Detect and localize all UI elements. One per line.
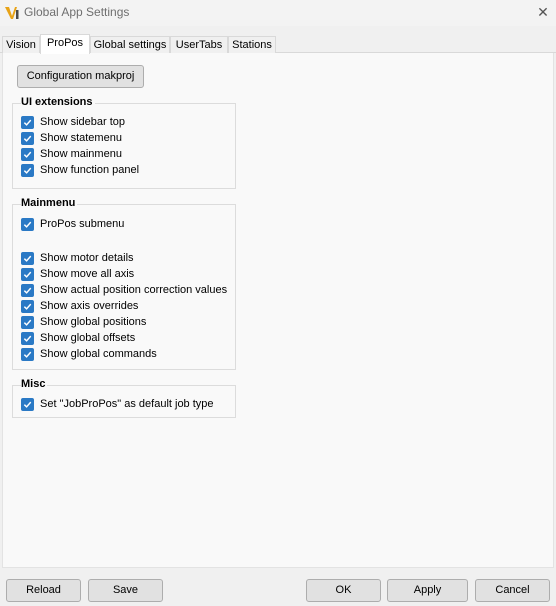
tab-propos[interactable]: ProPos <box>40 34 90 54</box>
configuration-makproj-button[interactable]: Configuration makproj <box>17 65 144 88</box>
checkbox-show-motor-details[interactable]: Show motor details <box>21 251 134 265</box>
checkbox-show-global-positions[interactable]: Show global positions <box>21 315 146 329</box>
checkbox-propos-submenu[interactable]: ProPos submenu <box>21 217 124 231</box>
tab-stations[interactable]: Stations <box>228 36 276 53</box>
checkbox-label: Show sidebar top <box>40 116 125 128</box>
checkbox-label: ProPos submenu <box>40 218 125 230</box>
checkbox-checked-icon[interactable] <box>21 251 34 265</box>
ok-button[interactable]: OK <box>306 579 381 602</box>
checkbox-label: Set "JobProPos" as default job type <box>40 398 214 410</box>
checkbox-label: Show function panel <box>40 164 140 176</box>
tab-global-settings[interactable]: Global settings <box>90 36 170 53</box>
checkbox-label: Show motor details <box>40 252 134 264</box>
checkbox-show-axis-overrides[interactable]: Show axis overrides <box>21 299 138 313</box>
checkbox-checked-icon[interactable] <box>21 217 34 231</box>
checkbox-checked-icon[interactable] <box>21 347 34 361</box>
checkbox-checked-icon[interactable] <box>21 163 34 177</box>
checkbox-checked-icon[interactable] <box>21 283 34 297</box>
group-title-ui-extensions: UI extensions <box>21 96 95 108</box>
checkbox-checked-icon[interactable] <box>21 147 34 161</box>
save-button[interactable]: Save <box>88 579 163 602</box>
checkbox-checked-icon[interactable] <box>21 331 34 345</box>
checkbox-label: Show move all axis <box>40 268 135 280</box>
checkbox-checked-icon[interactable] <box>21 131 34 145</box>
checkbox-show-function-panel[interactable]: Show function panel <box>21 163 139 177</box>
app-logo-icon <box>5 7 19 19</box>
window-title: Global App Settings <box>24 5 130 19</box>
checkbox-label: Show global positions <box>40 316 147 328</box>
checkbox-show-sidebar-top[interactable]: Show sidebar top <box>21 115 125 129</box>
checkbox-show-move-all-axis[interactable]: Show move all axis <box>21 267 134 281</box>
checkbox-label: Show statemenu <box>40 132 122 144</box>
checkbox-checked-icon[interactable] <box>21 267 34 281</box>
checkbox-checked-icon[interactable] <box>21 397 34 411</box>
reload-button[interactable]: Reload <box>6 579 81 602</box>
title-bar: Global App Settings ✕ <box>0 0 556 26</box>
tab-usertabs[interactable]: UserTabs <box>170 36 228 53</box>
checkbox-show-mainmenu[interactable]: Show mainmenu <box>21 147 122 161</box>
checkbox-checked-icon[interactable] <box>21 299 34 313</box>
checkbox-show-global-offsets[interactable]: Show global offsets <box>21 331 135 345</box>
checkbox-show-statemenu[interactable]: Show statemenu <box>21 131 122 145</box>
checkbox-show-actual-position-correction-values[interactable]: Show actual position correction values <box>21 283 227 297</box>
cancel-button[interactable]: Cancel <box>475 579 550 602</box>
close-icon: ✕ <box>537 4 549 20</box>
apply-button[interactable]: Apply <box>387 579 468 602</box>
checkbox-show-global-commands[interactable]: Show global commands <box>21 347 157 361</box>
tab-vision[interactable]: Vision <box>2 36 40 53</box>
close-button[interactable]: ✕ <box>530 0 556 26</box>
checkbox-label: Show axis overrides <box>40 300 139 312</box>
checkbox-checked-icon[interactable] <box>21 315 34 329</box>
checkbox-checked-icon[interactable] <box>21 115 34 129</box>
group-title-misc: Misc <box>21 378 48 390</box>
checkbox-label: Show global commands <box>40 348 157 360</box>
checkbox-label: Show global offsets <box>40 332 136 344</box>
tab-strip: Vision ProPos Global settings UserTabs S… <box>0 34 556 54</box>
checkbox-label: Show mainmenu <box>40 148 122 160</box>
group-title-mainmenu: Mainmenu <box>21 197 78 209</box>
checkbox-label: Show actual position correction values <box>40 284 228 296</box>
checkbox-set-jobpropos-default-job-type[interactable]: Set "JobProPos" as default job type <box>21 397 214 411</box>
